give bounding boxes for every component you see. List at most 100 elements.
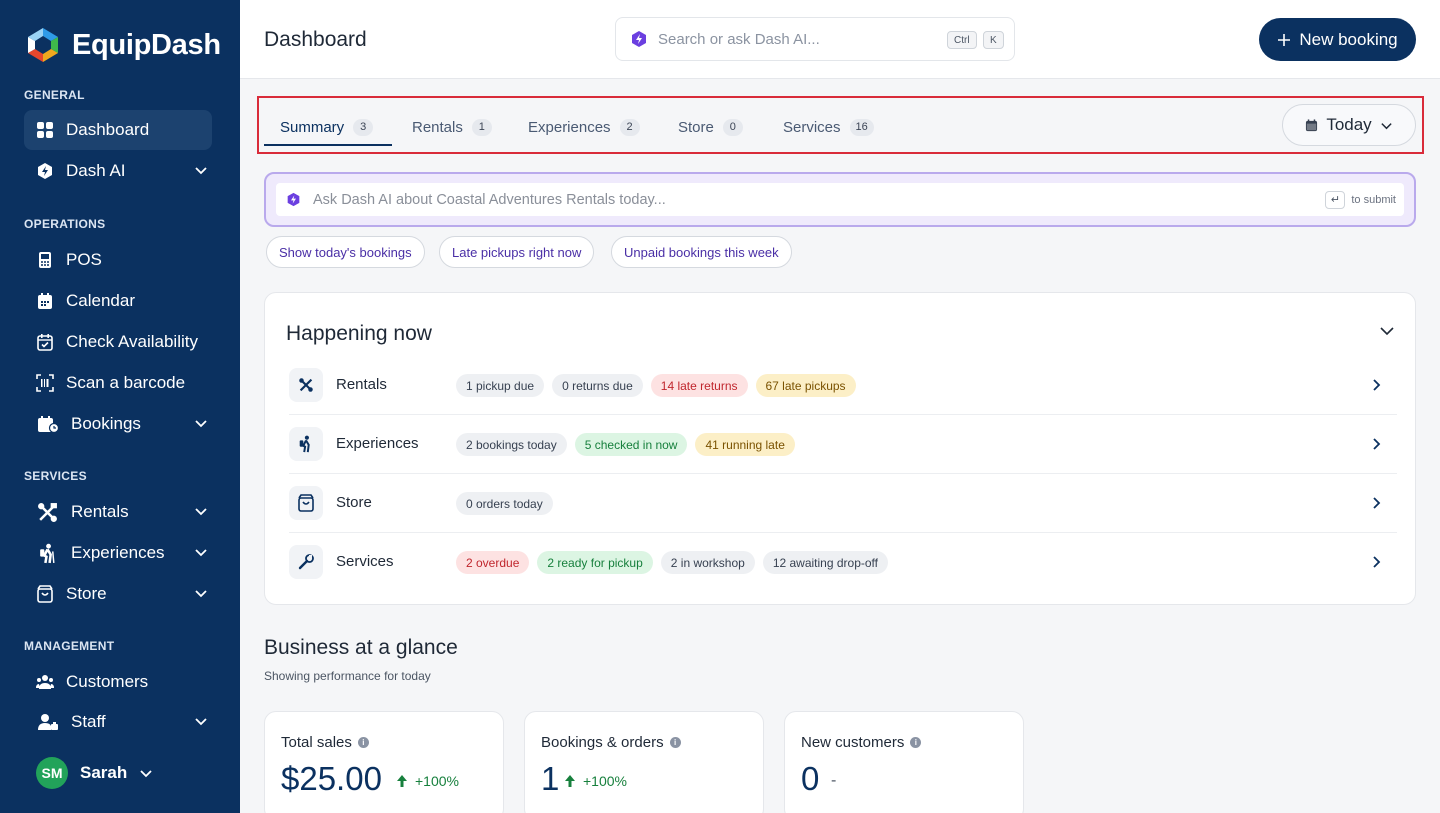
sidebar-item-staff[interactable]: Staff (24, 702, 212, 742)
sidebar-item-bookings[interactable]: Bookings (24, 404, 212, 444)
status-pill[interactable]: 2 overdue (456, 551, 530, 574)
sidebar-item-label: Bookings (71, 414, 141, 433)
shopping-bag-icon (289, 486, 323, 520)
sidebar-item-calendar[interactable]: Calendar (24, 281, 212, 321)
sidebar-item-label: Customers (66, 672, 149, 691)
sidebar-item-label: Scan a barcode (66, 373, 186, 392)
stat-label-text: Total sales (281, 734, 352, 751)
hiker-icon (289, 427, 323, 461)
tab-services[interactable]: Services 16 (783, 117, 874, 137)
user-menu[interactable]: SM Sarah (36, 757, 153, 789)
suggestion-chip-todays-bookings[interactable]: Show today's bookings (266, 236, 425, 268)
enter-key-icon: ↵ (1325, 190, 1346, 209)
sidebar-item-dashboard[interactable]: Dashboard (24, 110, 212, 150)
chevron-down-icon[interactable] (194, 416, 208, 430)
sidebar-item-label: Rentals (71, 502, 129, 521)
status-pill[interactable]: 41 running late (695, 433, 795, 456)
plus-icon (1278, 33, 1291, 46)
info-icon[interactable]: i (669, 737, 681, 748)
section-title: Happening now (286, 322, 432, 345)
stat-value: 1 (541, 760, 560, 797)
status-pill[interactable]: 14 late returns (650, 374, 748, 397)
status-pill[interactable]: 0 returns due (552, 374, 643, 397)
avatar: SM (36, 757, 68, 789)
chevron-down-icon (140, 770, 152, 778)
status-pill[interactable]: 2 bookings today (456, 433, 567, 456)
tab-label: Rentals (412, 118, 463, 136)
ask-dash-ai-field[interactable]: ↵ to submit (276, 183, 1404, 216)
chevron-down-icon[interactable] (194, 163, 208, 177)
happening-row-experiences[interactable]: Experiences 2 bookings today 5 checked i… (289, 415, 1397, 474)
sidebar-item-customers[interactable]: Customers (24, 662, 212, 702)
status-pill[interactable]: 1 pickup due (456, 374, 545, 397)
user-name: Sarah (80, 763, 128, 782)
suggestion-chip-unpaid-bookings[interactable]: Unpaid bookings this week (611, 236, 792, 268)
ask-dash-ai-input[interactable] (313, 191, 1314, 208)
chevron-right-icon[interactable] (1369, 378, 1383, 392)
stat-card-total-sales[interactable]: Total sales i $25.00 +100% (264, 711, 504, 813)
chevron-right-icon[interactable] (1369, 555, 1383, 569)
logo[interactable]: EquipDash (24, 26, 221, 64)
status-pill[interactable]: 2 ready for pickup (537, 551, 653, 574)
date-filter-dropdown[interactable]: Today (1282, 104, 1416, 146)
info-icon[interactable]: i (357, 737, 369, 748)
sidebar-item-rentals[interactable]: Rentals (24, 492, 212, 532)
rentals-tools-icon (36, 502, 59, 522)
sidebar-item-scan-barcode[interactable]: Scan a barcode (24, 363, 212, 403)
status-pills: 2 overdue 2 ready for pickup 2 in worksh… (456, 551, 888, 574)
tab-count: 0 (722, 118, 743, 136)
info-icon[interactable]: i (910, 737, 922, 748)
new-booking-button[interactable]: New booking (1259, 18, 1416, 61)
global-search[interactable]: Ctrl K (615, 17, 1015, 61)
happening-row-rentals[interactable]: Rentals 1 pickup due 0 returns due 14 la… (289, 356, 1397, 415)
tab-rentals[interactable]: Rentals 1 (412, 117, 492, 137)
stat-card-new-customers[interactable]: New customers i 0 - (784, 711, 1024, 813)
chevron-down-icon (1381, 122, 1392, 129)
chevron-down-icon[interactable] (194, 504, 208, 518)
section-services: SERVICES (24, 469, 87, 483)
calendar-check-icon (36, 333, 54, 351)
status-pill[interactable]: 12 awaiting drop-off (762, 551, 888, 574)
search-input[interactable] (658, 30, 928, 48)
chevron-right-icon[interactable] (1369, 496, 1383, 510)
chevron-down-icon[interactable] (194, 714, 208, 728)
collapse-chevron-icon[interactable] (1379, 323, 1395, 339)
tab-experiences[interactable]: Experiences 2 (528, 117, 640, 137)
business-subtitle: Showing performance for today (264, 669, 431, 683)
chevron-down-icon[interactable] (194, 545, 208, 559)
customers-icon (36, 673, 54, 691)
stat-label-text: Bookings & orders (541, 734, 664, 751)
sidebar-item-pos[interactable]: POS (24, 240, 212, 280)
happening-row-services[interactable]: Services 2 overdue 2 ready for pickup 2 … (289, 533, 1397, 592)
kbd-ctrl: Ctrl (947, 31, 977, 49)
tab-count: 16 (849, 118, 874, 136)
tab-store[interactable]: Store 0 (678, 117, 743, 137)
chevron-right-icon[interactable] (1369, 437, 1383, 451)
top-header: Dashboard Ctrl K New booking (240, 0, 1440, 79)
tab-count: 2 (619, 118, 640, 136)
dash-ai-icon (287, 192, 300, 207)
stat-card-bookings-orders[interactable]: Bookings & orders i 1 +100% (524, 711, 764, 813)
status-pill[interactable]: 5 checked in now (574, 433, 688, 456)
tab-summary[interactable]: Summary 3 (280, 117, 374, 137)
status-pill[interactable]: 67 late pickups (755, 374, 856, 397)
suggestion-chip-late-pickups[interactable]: Late pickups right now (439, 236, 595, 268)
status-pill[interactable]: 0 orders today (456, 492, 553, 515)
tab-count: 1 (471, 118, 492, 136)
equipdash-logo-icon (24, 26, 62, 64)
sidebar: EquipDash GENERAL Dashboard Dash AI OPER… (0, 0, 240, 813)
stat-trend-text: +100% (415, 773, 459, 789)
submit-hint: ↵ to submit (1325, 190, 1396, 209)
chevron-down-icon[interactable] (194, 586, 208, 600)
sidebar-item-label: Staff (71, 712, 106, 731)
sidebar-item-experiences[interactable]: Experiences (24, 533, 212, 573)
ask-dash-ai-panel: ↵ to submit (264, 172, 1416, 227)
pos-terminal-icon (36, 251, 54, 269)
row-label: Services (336, 553, 394, 570)
sidebar-item-dash-ai[interactable]: Dash AI (24, 151, 212, 191)
sidebar-item-check-availability[interactable]: Check Availability (24, 322, 212, 362)
status-pill[interactable]: 2 in workshop (660, 551, 755, 574)
sidebar-item-label: Check Availability (66, 332, 198, 351)
happening-row-store[interactable]: Store 0 orders today (289, 474, 1397, 533)
sidebar-item-store[interactable]: Store (24, 574, 212, 614)
